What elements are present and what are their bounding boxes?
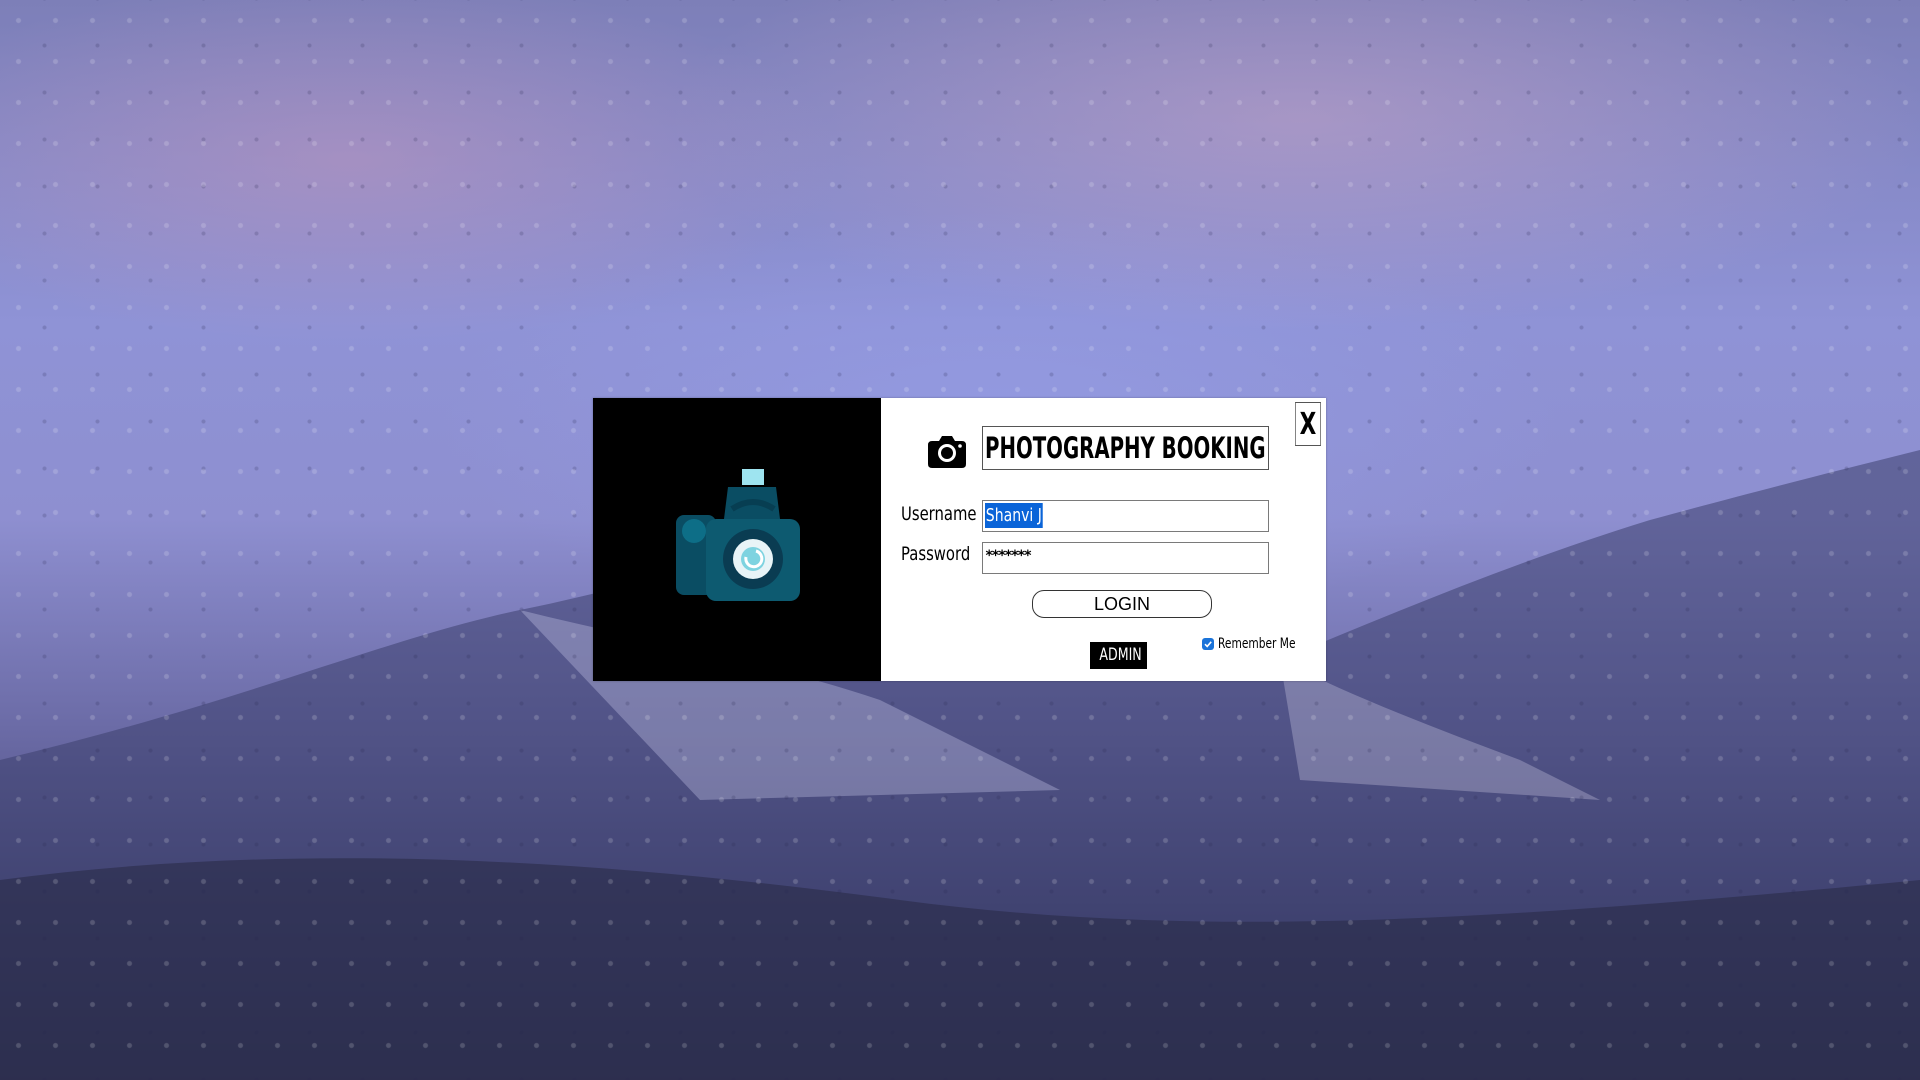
admin-button-label: ADMIN — [1099, 645, 1142, 665]
admin-button[interactable]: ADMIN — [1090, 642, 1147, 669]
username-input[interactable]: Shanvi J — [982, 500, 1269, 532]
password-input[interactable]: ******* — [982, 542, 1269, 574]
password-value: ******* — [985, 548, 1032, 564]
close-button[interactable]: X — [1295, 402, 1321, 446]
login-button[interactable]: LOGIN — [1032, 590, 1212, 618]
remember-me-toggle[interactable]: Remember Me — [1202, 636, 1320, 652]
camera-icon — [928, 436, 966, 468]
camera-banner — [593, 398, 881, 681]
check-icon — [1204, 641, 1212, 648]
username-value: Shanvi J — [985, 503, 1043, 528]
remember-me-checkbox[interactable] — [1202, 638, 1214, 650]
username-label: Username — [901, 503, 977, 525]
app-title: PHOTOGRAPHY BOOKING — [982, 426, 1269, 470]
login-dialog: X PHOTOGRAPHY BOOKING Username Shanvi J … — [593, 398, 1326, 681]
login-form: X PHOTOGRAPHY BOOKING Username Shanvi J … — [881, 398, 1326, 681]
remember-me-label: Remember Me — [1218, 636, 1296, 652]
app-title-text: PHOTOGRAPHY BOOKING — [985, 431, 1266, 465]
camera-illustration-icon — [676, 469, 800, 601]
password-label: Password — [901, 543, 971, 565]
